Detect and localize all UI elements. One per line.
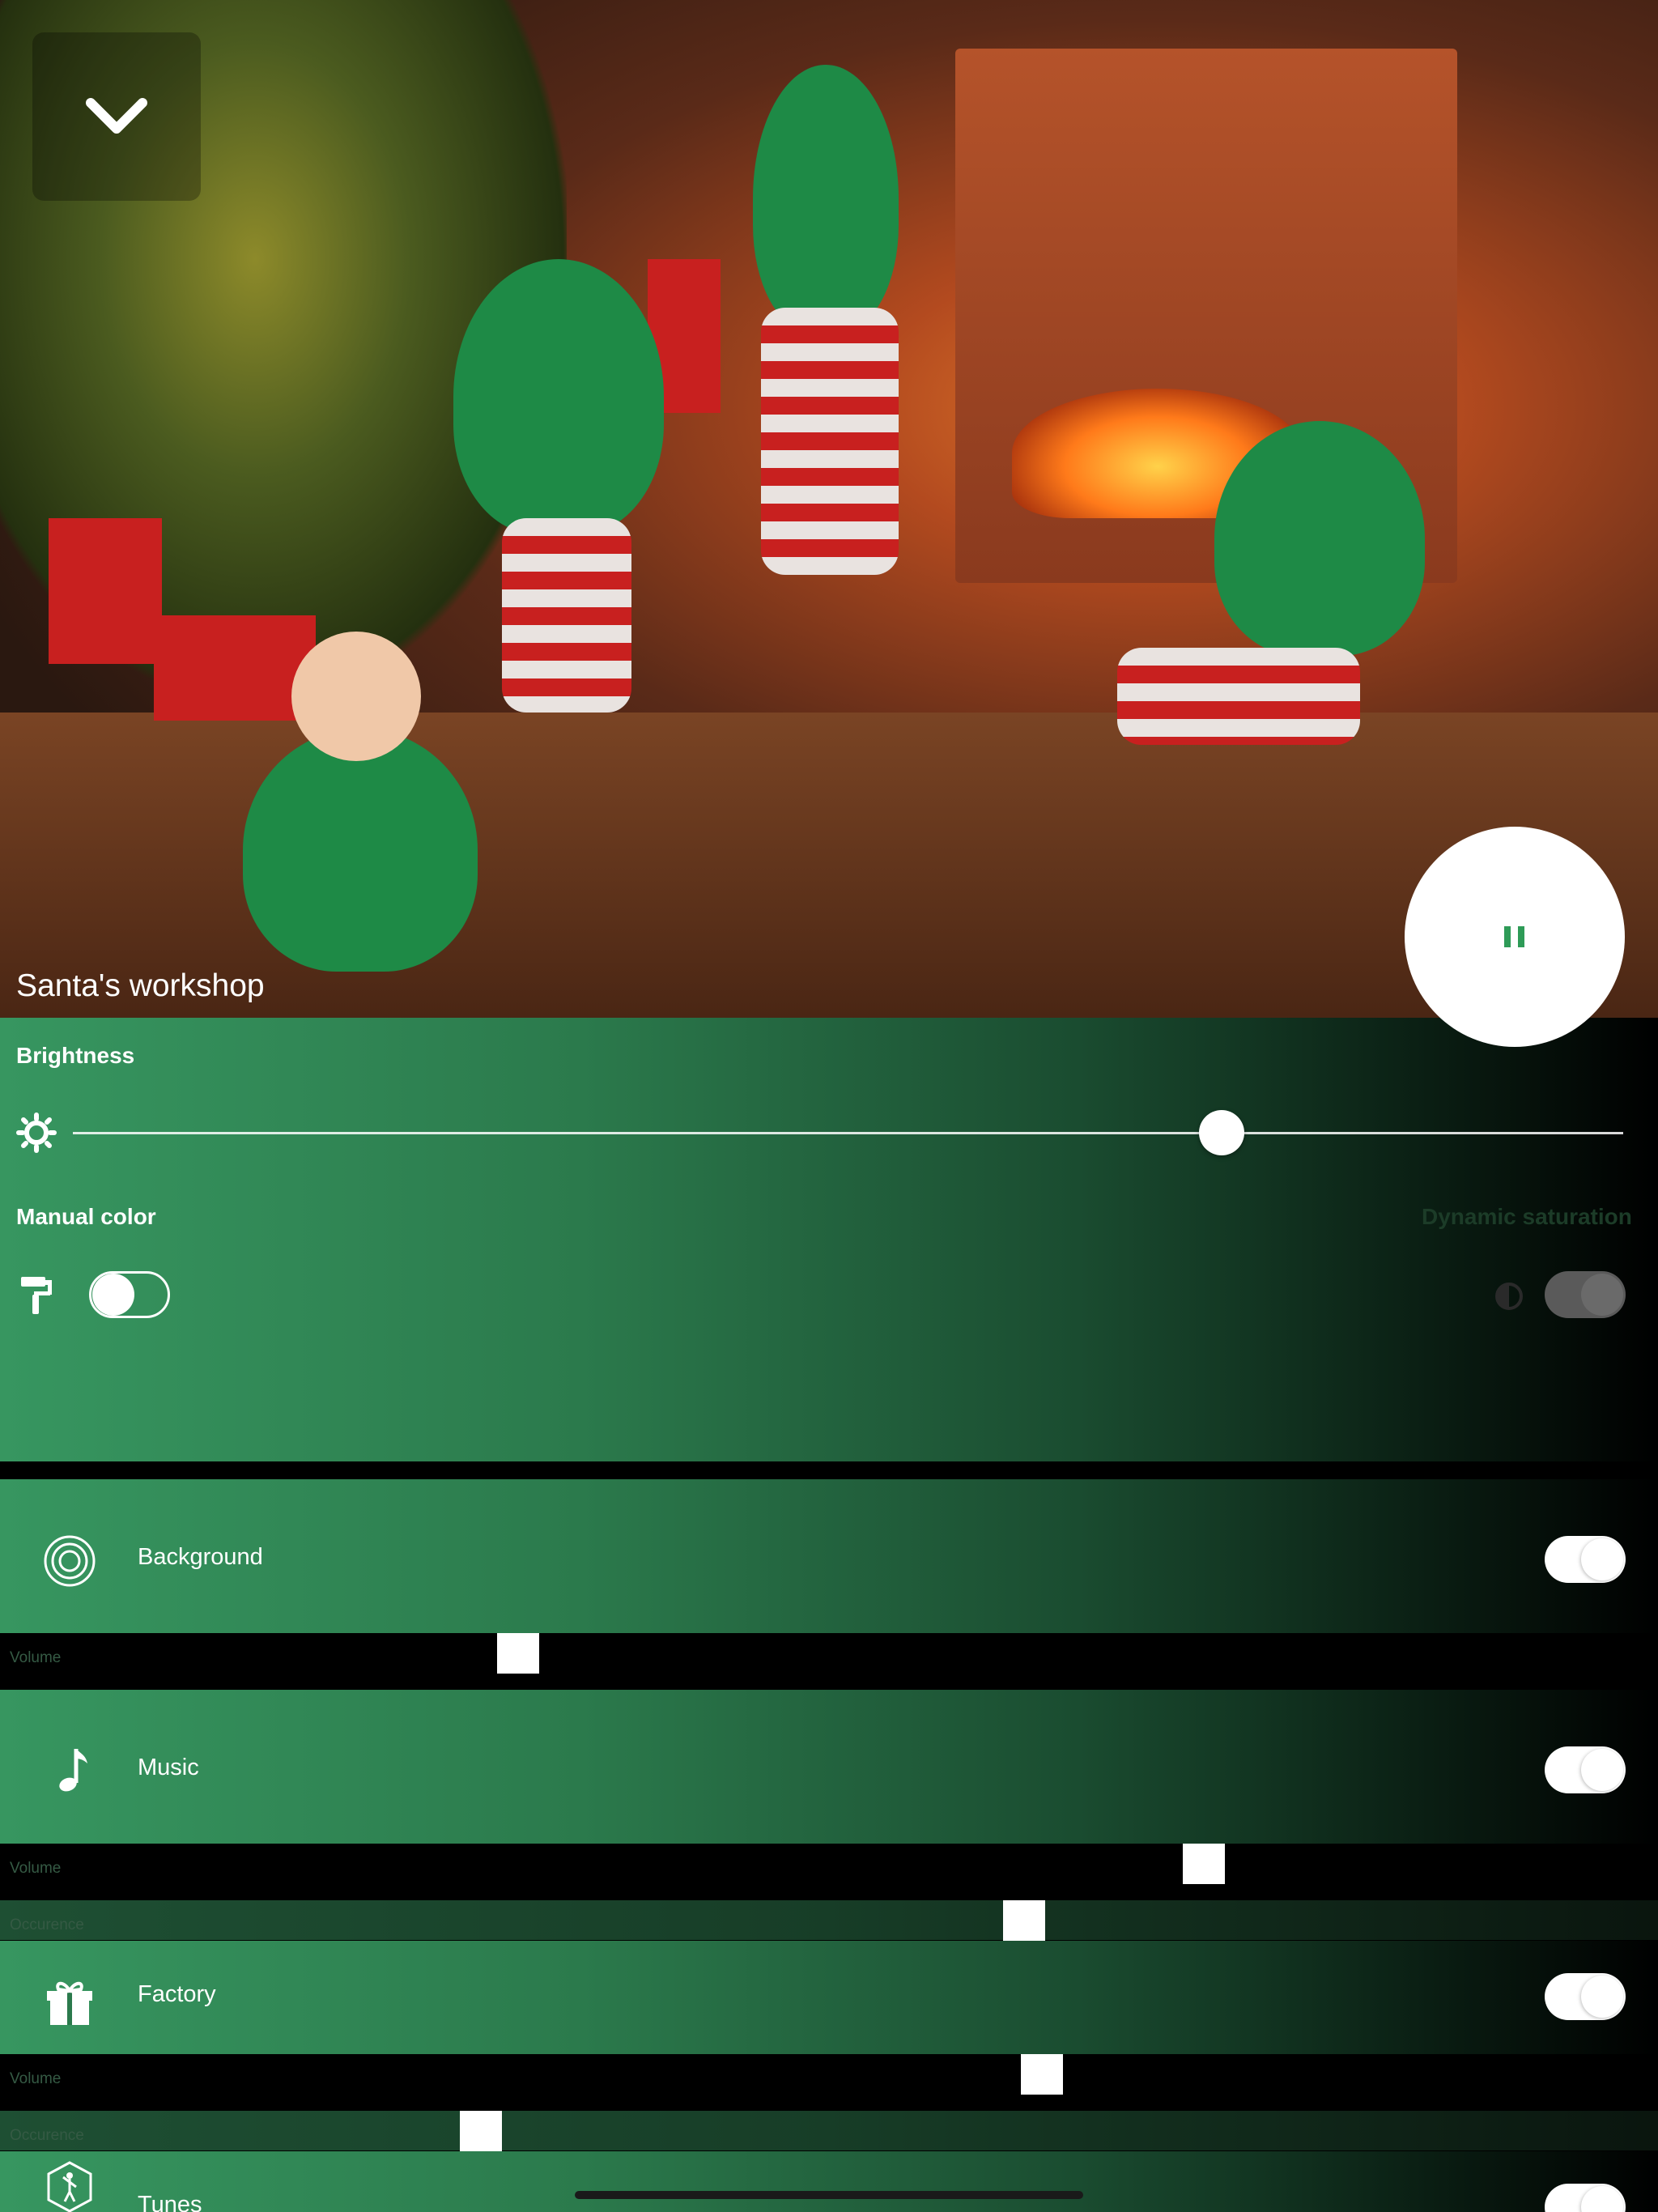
elf-child (453, 259, 664, 534)
paint-roller-icon (21, 1277, 52, 1314)
toggle-knob (1581, 2186, 1623, 2212)
volume-label: Volume (10, 1649, 62, 1666)
chevron-down-icon (86, 98, 147, 134)
light-controls-panel (0, 1018, 1658, 1461)
music-occurence-slider[interactable]: Occurence (0, 1900, 1658, 1941)
sound-name: Factory (138, 1981, 216, 2007)
occurence-label: Occurence (10, 2127, 84, 2144)
manual-color-toggle[interactable] (89, 1271, 170, 1318)
sound-name: Background (138, 1544, 263, 1570)
music-toggle[interactable] (1545, 1746, 1626, 1793)
dynamic-saturation-toggle[interactable] (1545, 1271, 1626, 1318)
pause-icon (1504, 926, 1524, 947)
volume-label: Volume (10, 2070, 62, 2087)
factory-volume-slider[interactable]: Volume (0, 2054, 1658, 2095)
manual-color-label: Manual color (16, 1204, 156, 1229)
factory-occurence-slider[interactable]: Occurence (0, 2111, 1658, 2151)
occurence-handle[interactable] (1003, 1900, 1045, 1941)
gift-icon (47, 1981, 92, 2025)
sound-row-music: Music (0, 1690, 1658, 1844)
volume-handle[interactable] (1021, 2054, 1063, 2095)
volume-handle[interactable] (1183, 1844, 1225, 1884)
volume-handle[interactable] (497, 1633, 539, 1674)
elf-child (243, 729, 478, 972)
sound-row-tunes: Tunes (0, 2151, 1658, 2212)
sound-name: Tunes (138, 2192, 202, 2212)
child-face (291, 632, 421, 761)
striped-pajamas (502, 518, 631, 713)
home-indicator[interactable] (575, 2191, 1083, 2199)
dynamic-saturation-label: Dynamic saturation (1422, 1204, 1632, 1229)
toggle-knob (1581, 1976, 1623, 2018)
brightness-label: Brightness (16, 1043, 135, 1068)
gift-box (49, 518, 162, 664)
elf-child (753, 65, 899, 332)
elf-child (1214, 421, 1425, 656)
music-volume-slider[interactable]: Volume (0, 1844, 1658, 1884)
sound-row-background: Background (0, 1479, 1658, 1633)
sun-icon (16, 1112, 57, 1153)
target-icon (44, 1535, 96, 1587)
toggle-knob (1581, 1749, 1623, 1791)
striped-pajamas (761, 308, 899, 575)
background-volume-slider[interactable]: Volume (0, 1633, 1658, 1674)
sound-row-factory: Factory (0, 1941, 1658, 2054)
occurence-handle[interactable] (460, 2111, 502, 2151)
toggle-knob (1581, 1538, 1623, 1580)
occurence-label: Occurence (10, 1916, 84, 1933)
sound-name: Music (138, 1755, 199, 1780)
pause-button[interactable] (1405, 827, 1625, 1047)
striped-pajamas (1117, 648, 1360, 745)
music-note-icon (59, 1749, 87, 1792)
contrast-icon (1495, 1283, 1523, 1310)
brightness-slider-thumb[interactable] (1199, 1110, 1244, 1155)
scene-title: Santa's workshop (16, 968, 265, 1003)
collapse-button[interactable] (32, 32, 201, 201)
tunes-toggle[interactable] (1545, 2184, 1626, 2212)
volume-label: Volume (10, 1860, 62, 1877)
toggle-knob (92, 1274, 134, 1316)
brightness-slider-track[interactable] (73, 1132, 1623, 1134)
background-toggle[interactable] (1545, 1536, 1626, 1583)
dancer-icon (47, 2161, 92, 2212)
factory-toggle[interactable] (1545, 1973, 1626, 2020)
toggle-knob (1581, 1274, 1623, 1316)
scene-image: Santa's workshop (0, 0, 1658, 1018)
